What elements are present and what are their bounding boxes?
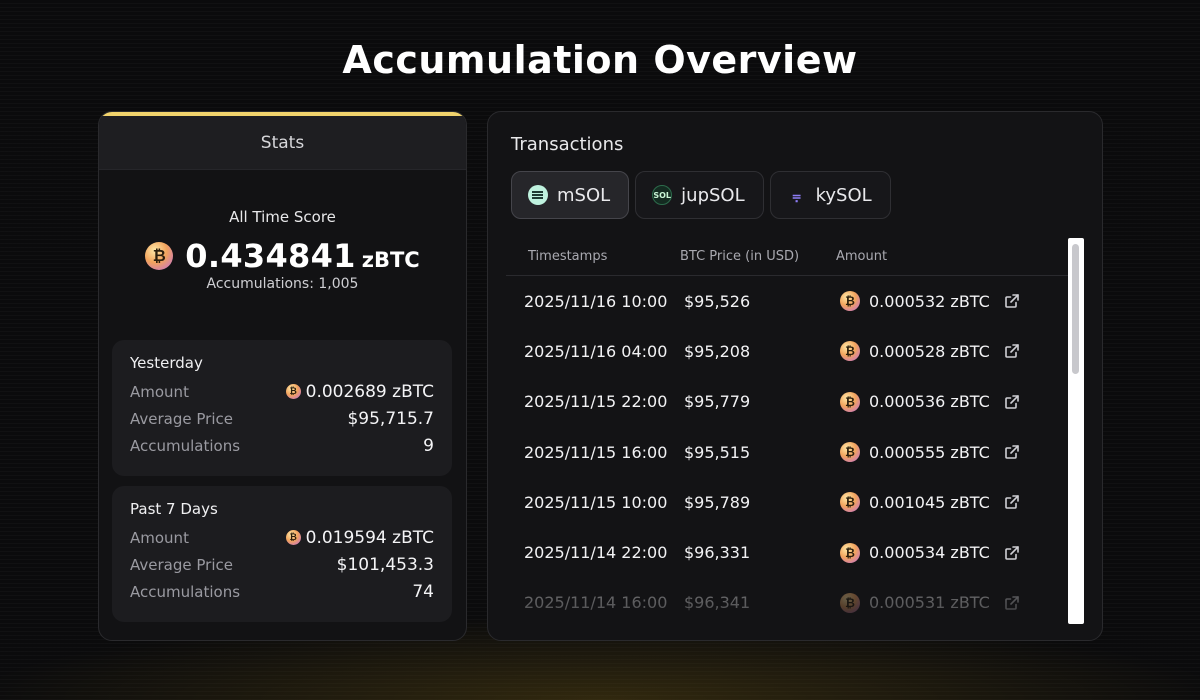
row-amount: 0.000532 zBTC: [869, 291, 990, 311]
tab-label: mSOL: [557, 184, 611, 206]
kysol-icon: ⩦: [792, 186, 801, 204]
score-unit: zBTC: [361, 248, 420, 272]
transactions-title: Transactions: [511, 134, 624, 155]
average-price-label: Average Price: [130, 409, 233, 428]
row-timestamp: 2025/11/16 04:00: [524, 341, 668, 361]
external-link-icon[interactable]: [1004, 494, 1020, 510]
stats-header: Stats: [99, 116, 466, 170]
row-amount-cell: ₿ 0.000532 zBTC: [840, 291, 1068, 312]
row-amount: 0.000555 zBTC: [869, 442, 990, 462]
yesterday-amount-value: 0.002689 zBTC: [305, 381, 434, 402]
zbtc-coin-icon: ₿: [840, 442, 860, 463]
accumulations-label: Accumulations: [130, 582, 241, 601]
average-price-label: Average Price: [130, 555, 233, 574]
week-average-price: $101,453.3: [336, 554, 434, 575]
row-btc-price: $95,515: [684, 442, 751, 462]
row-btc-price: $96,331: [684, 543, 751, 563]
tab-label: kySOL: [815, 184, 872, 206]
tab-label: jupSOL: [681, 184, 745, 206]
table-row: 2025/11/16 04:00 $95,208 ₿ 0.000528 zBTC: [506, 326, 1068, 376]
all-time-score-section: All Time Score ₿ 0.434841 zBTC Accumulat…: [99, 208, 466, 292]
column-header-amount: Amount: [836, 249, 888, 264]
yesterday-accumulations: 9: [423, 435, 434, 456]
scrollbar-thumb[interactable]: [1072, 244, 1079, 374]
column-header-btc-price: BTC Price (in USD): [680, 249, 800, 264]
row-amount-cell: ₿ 0.001045 zBTC: [840, 492, 1068, 513]
accumulations-label: Accumulations: [130, 436, 241, 455]
all-time-score-label: All Time Score: [229, 208, 336, 226]
row-btc-price: $95,789: [684, 492, 751, 512]
row-amount: 0.001045 zBTC: [869, 492, 990, 512]
row-btc-price: $95,779: [684, 392, 751, 412]
row-amount-cell: ₿ 0.000528 zBTC: [840, 341, 1068, 362]
zbtc-coin-icon: ₿: [285, 530, 301, 545]
token-tabs: mSOL SOL jupSOL ⩦ kySOL: [511, 171, 891, 219]
row-amount-cell: ₿ 0.000536 zBTC: [840, 391, 1068, 412]
column-header-timestamps: Timestamps: [528, 249, 608, 264]
row-amount-cell: ₿ 0.000534 zBTC: [840, 542, 1068, 563]
tab-kysol[interactable]: ⩦ kySOL: [769, 171, 891, 219]
past-7-days-title: Past 7 Days: [130, 500, 218, 518]
row-btc-price: $95,208: [684, 341, 751, 361]
row-timestamp: 2025/11/15 16:00: [524, 442, 668, 462]
page-title: Accumulation Overview: [342, 38, 858, 82]
yesterday-title: Yesterday: [130, 354, 203, 372]
yesterday-avg-row: Average Price $95,715.7: [130, 405, 434, 432]
yesterday-amount-row: Amount ₿ 0.002689 zBTC: [130, 378, 434, 405]
table-scrollbar[interactable]: [1068, 238, 1084, 624]
zbtc-coin-icon: ₿: [840, 542, 860, 563]
external-link-icon[interactable]: [1004, 444, 1020, 460]
row-timestamp: 2025/11/15 10:00: [524, 492, 668, 512]
week-amount: ₿ 0.019594 zBTC: [285, 527, 434, 548]
tab-jupsol[interactable]: SOL jupSOL: [635, 171, 764, 219]
zbtc-coin-icon: ₿: [840, 492, 860, 513]
transactions-table: Timestamps BTC Price (in USD) Amount 202…: [506, 238, 1068, 628]
past-7-days-panel: Past 7 Days Amount ₿ 0.019594 zBTC Avera…: [112, 486, 452, 622]
total-accumulations: Accumulations: 1,005: [206, 276, 359, 292]
table-row: 2025/11/14 22:00 $96,331 ₿ 0.000534 zBTC: [506, 527, 1068, 577]
week-avg-row: Average Price $101,453.3: [130, 551, 434, 578]
zbtc-coin-icon: ₿: [840, 291, 860, 312]
yesterday-panel: Yesterday Amount ₿ 0.002689 zBTC Average…: [112, 340, 452, 476]
table-row: 2025/11/15 22:00 $95,779 ₿ 0.000536 zBTC: [506, 377, 1068, 427]
week-acc-row: Accumulations 74: [130, 578, 434, 605]
row-amount: 0.000534 zBTC: [869, 543, 990, 563]
row-timestamp: 2025/11/16 10:00: [524, 291, 668, 311]
yesterday-acc-row: Accumulations 9: [130, 432, 434, 459]
msol-icon: [528, 185, 548, 205]
zbtc-coin-icon: ₿: [285, 384, 301, 399]
zbtc-coin-icon: ₿: [145, 242, 174, 270]
amount-label: Amount: [130, 528, 189, 547]
stats-card: Stats All Time Score ₿ 0.434841 zBTC Acc…: [98, 111, 467, 641]
table-fade: [506, 582, 1068, 640]
transactions-card: Transactions mSOL SOL jupSOL ⩦ kySOL Tim…: [487, 111, 1103, 641]
table-row: 2025/11/15 10:00 $95,789 ₿ 0.001045 zBTC: [506, 477, 1068, 527]
external-link-icon[interactable]: [1004, 293, 1020, 309]
week-amount-row: Amount ₿ 0.019594 zBTC: [130, 524, 434, 551]
week-accumulations: 74: [412, 581, 434, 602]
score-value: 0.434841: [185, 237, 356, 275]
tab-msol[interactable]: mSOL: [511, 171, 630, 219]
row-timestamp: 2025/11/14 22:00: [524, 543, 668, 563]
table-header: Timestamps BTC Price (in USD) Amount: [506, 238, 1068, 276]
table-body: 2025/11/16 10:00 $95,526 ₿ 0.000532 zBTC 202…: [506, 276, 1068, 628]
zbtc-coin-icon: ₿: [840, 341, 860, 362]
row-amount: 0.000536 zBTC: [869, 392, 990, 412]
external-link-icon[interactable]: [1004, 394, 1020, 410]
yesterday-amount: ₿ 0.002689 zBTC: [285, 381, 434, 402]
jupsol-icon: SOL: [652, 185, 673, 205]
row-amount-cell: ₿ 0.000555 zBTC: [840, 442, 1068, 463]
row-timestamp: 2025/11/15 22:00: [524, 392, 668, 412]
score-row: ₿ 0.434841 zBTC: [99, 236, 466, 276]
amount-label: Amount: [130, 382, 189, 401]
external-link-icon[interactable]: [1004, 545, 1020, 561]
row-btc-price: $95,526: [684, 291, 751, 311]
table-row: 2025/11/15 16:00 $95,515 ₿ 0.000555 zBTC: [506, 427, 1068, 477]
table-row: 2025/11/16 10:00 $95,526 ₿ 0.000532 zBTC: [506, 276, 1068, 326]
external-link-icon[interactable]: [1004, 343, 1020, 359]
zbtc-coin-icon: ₿: [840, 391, 860, 412]
week-amount-value: 0.019594 zBTC: [305, 527, 434, 548]
yesterday-average-price: $95,715.7: [347, 408, 434, 429]
row-amount: 0.000528 zBTC: [869, 341, 990, 361]
